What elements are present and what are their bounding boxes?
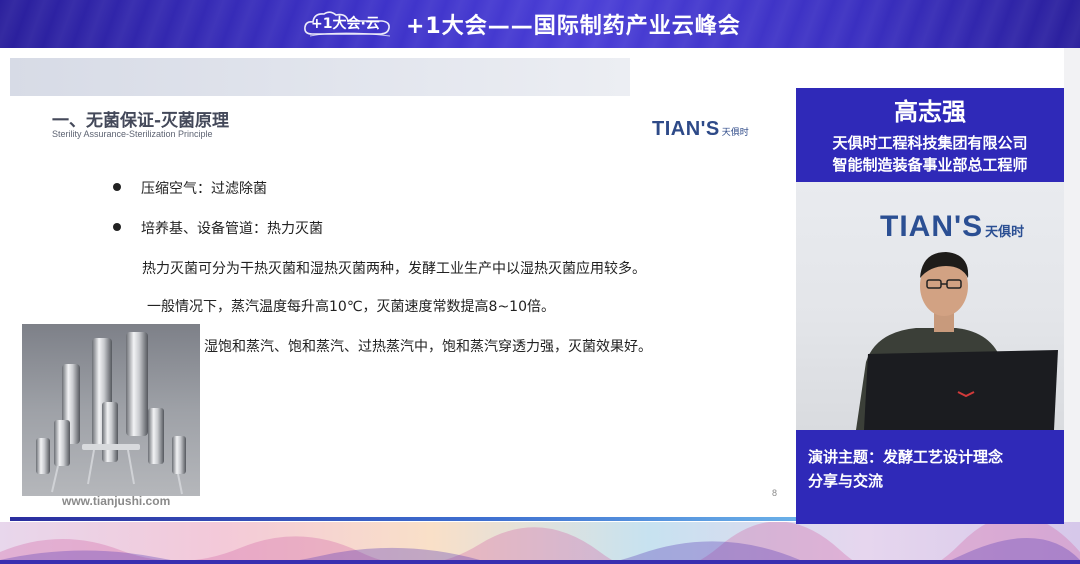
slide-subtitle: Sterility Assurance-Sterilization Princi… [52,129,213,139]
slide-paragraph: 一般情况下，蒸汽温度每升高10℃，灭菌速度常数提高8~10倍。 [147,299,555,315]
slide-paragraph: 湿饱和蒸汽、饱和蒸汽、过热蒸汽中，饱和蒸汽穿透力强，灭菌效果好。 [204,339,652,355]
speaker-role: 智能制造装备事业部总工程师 [832,156,1028,174]
bullet-item: 培养基、设备管道：热力灭菌 [113,218,323,238]
filter-equipment-photo [22,324,200,496]
slide-title: 一、无菌保证-灭菌原理 [52,111,230,131]
slide-logo-cn: 天俱时 [721,128,749,138]
speaker-name: 高志强 [894,98,966,126]
event-logo-text: +1大会·云 [311,16,380,32]
slide-page-number: 8 [772,488,778,498]
speaker-figure [856,252,1058,430]
speech-topic-line2: 分享与交流 [808,472,884,490]
company-website: www.tianjushi.com [62,494,171,508]
speech-topic-line1: 演讲主题：发酵工艺设计理念 [808,446,1003,467]
slide-company-logo: TIAN'S 天俱时 [652,118,749,141]
speaker-header: 高志强 天俱时工程科技集团有限公司 智能制造装备事业部总工程师 [796,88,1064,182]
top-banner: +1大会·云 +1大会——国际制药产业云峰会 [0,0,1080,48]
slide-logo-brand: TIAN'S [652,118,720,140]
bullet-dot-icon [113,183,121,191]
slide-footer-bar [10,517,796,521]
slide-title-bar [10,58,630,96]
speech-topic-box: 演讲主题：发酵工艺设计理念 分享与交流 [796,430,1064,524]
bullet-dot-icon [113,223,121,231]
slide-paragraph: 热力灭菌可分为干热灭菌和湿热灭菌两种，发酵工业生产中以湿热灭菌应用较多。 [142,261,646,277]
speaker-video: TIAN'S 天俱时 [796,182,1064,430]
topic-text: 发酵工艺设计理念 [883,448,1004,466]
decorative-footer-strip [0,522,1080,564]
bullet-text: 培养基、设备管道：热力灭菌 [141,221,323,237]
bullet-item: 压缩空气：过滤除菌 [113,178,267,198]
right-edge-background [1064,48,1080,522]
topic-label: 演讲主题： [808,448,884,466]
speaker-organization: 天俱时工程科技集团有限公司 [832,134,1028,152]
speaker-panel: 高志强 天俱时工程科技集团有限公司 智能制造装备事业部总工程师 TIAN'S 天俱… [796,88,1064,524]
event-title: +1大会——国际制药产业云峰会 [406,14,741,39]
bullet-text: 压缩空气：过滤除菌 [141,181,267,197]
